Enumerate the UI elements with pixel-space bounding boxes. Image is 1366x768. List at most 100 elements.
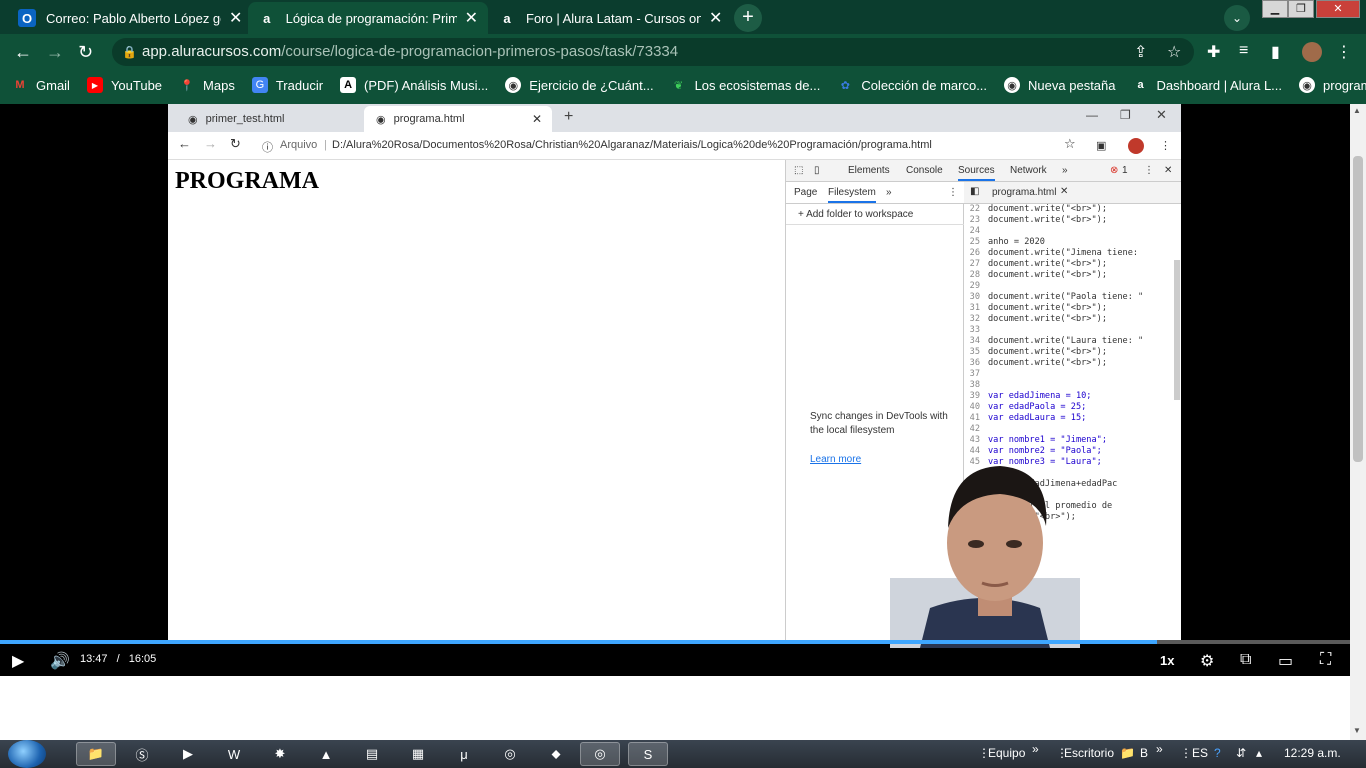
duration: 16:05 <box>128 653 157 665</box>
fullscreen-icon[interactable]: ⛶ <box>1320 651 1331 669</box>
start-button[interactable] <box>8 740 46 768</box>
tab-foro[interactable]: a Foro | Alura Latam - Cursos onlin ✕ <box>488 2 732 34</box>
bookmark-traducir[interactable]: G Traducir <box>251 77 323 93</box>
code-line: 44 var nombre2 = "Paola"; <box>964 446 1181 457</box>
chrome-icon[interactable]: ◎ <box>490 742 530 766</box>
miniplayer-icon[interactable]: ⧉ <box>1240 651 1251 669</box>
forward-arrow-icon[interactable]: → <box>46 42 64 63</box>
line-number: 39 <box>969 391 980 401</box>
code-line: 39 var edadJimena = 10; <box>964 391 1181 402</box>
tab-label: Lógica de programación: Primero <box>285 10 457 26</box>
video-controls: ▶ 🔊 13:47 / 16:05 1x ⚙ ⧉ ▭ ⛶ <box>0 644 1350 676</box>
chevron-icon[interactable]: » <box>1156 742 1163 756</box>
code-text: document.write("<br>"); <box>988 204 1107 214</box>
bookmark-gmail[interactable]: M Gmail <box>12 77 70 93</box>
playback-speed-button[interactable]: 1x <box>1160 653 1174 668</box>
scroll-up-arrow-icon[interactable]: ▲ <box>1353 106 1361 115</box>
profile-avatar[interactable] <box>1302 42 1322 62</box>
url-bar[interactable]: 🔒 app.aluracursos.com/course/logica-de-p… <box>112 38 1194 66</box>
minimize-button[interactable]: ▁ <box>1262 0 1288 18</box>
line-number: 32 <box>969 314 980 324</box>
theater-mode-icon[interactable]: ▭ <box>1278 651 1293 671</box>
acrobat-icon[interactable]: ⬥ <box>536 742 576 766</box>
app-window-icon[interactable]: ▤ <box>352 742 392 766</box>
code-line: 22 document.write("<br>"); <box>964 204 1181 215</box>
devtools-toolbar: ⬚ ▯ Elements Console Sources Network » ⊗… <box>786 160 1181 182</box>
tab-search-chevron-icon[interactable]: ⌄ <box>1224 5 1250 31</box>
app-icon[interactable]: ✸ <box>260 742 300 766</box>
panel-elements: Elements <box>848 165 890 176</box>
inner-tab-primer-test: ◉ primer_test.html <box>188 113 285 126</box>
inner-address-text: D:/Alura%20Rosa/Documentos%20Rosa/Christ… <box>332 139 932 151</box>
tab-label: Foro | Alura Latam - Cursos onlin <box>526 10 701 26</box>
new-tab-button[interactable]: + <box>734 4 762 32</box>
code-text: document.write("Laura tiene: " <box>988 336 1144 346</box>
mu-app-icon[interactable]: μ <box>444 742 484 766</box>
back-arrow-icon[interactable]: ← <box>14 42 32 63</box>
reload-icon[interactable]: ↻ <box>78 42 93 63</box>
address-separator: | <box>324 139 327 151</box>
chrome-active-icon[interactable]: ◎ <box>580 742 620 766</box>
close-icon[interactable]: ✕ <box>465 8 478 28</box>
code-text: document.write("<br>"); <box>988 358 1107 368</box>
code-line: 26 document.write("Jimena tiene: <box>964 248 1181 259</box>
bookmark-maps[interactable]: 📍 Maps <box>179 77 235 93</box>
language-indicator[interactable]: ES <box>1192 746 1208 760</box>
volume-icon[interactable]: 🔊 <box>50 651 70 671</box>
clock[interactable]: 12:29 a.m. <box>1284 746 1341 760</box>
bookmark-coleccion[interactable]: ✿ Colección de marco... <box>837 77 987 93</box>
menu-kebab-icon[interactable]: ⋮ <box>1336 42 1352 62</box>
more-tabs-icon: » <box>886 187 892 198</box>
code-line: 28 document.write("<br>"); <box>964 270 1181 281</box>
page-below-video <box>0 676 1350 740</box>
back-arrow-icon: ← <box>178 136 191 151</box>
tab-correo[interactable]: O Correo: Pablo Alberto López gon ✕ <box>8 2 252 34</box>
nav-tab-page: Page <box>794 187 818 198</box>
bookmark-star-icon[interactable]: ☆ <box>1167 42 1181 62</box>
maximize-button[interactable]: ❐ <box>1288 0 1314 18</box>
reading-list-icon[interactable]: ≡ <box>1239 42 1248 60</box>
reload-icon: ↻ <box>230 136 241 151</box>
help-icon[interactable]: ? <box>1214 746 1221 760</box>
folder-icon[interactable]: 📁 <box>1120 746 1135 760</box>
word-icon[interactable]: W <box>214 742 254 766</box>
translate-icon: G <box>251 77 268 93</box>
bookmark-youtube[interactable]: ▶ YouTube <box>86 77 162 93</box>
code-text: var nombre1 = "Jimena"; <box>988 435 1107 445</box>
share-icon[interactable]: ⇪ <box>1134 42 1147 62</box>
page-scrollbar-thumb[interactable] <box>1353 156 1363 462</box>
bookmark-ecosistemas[interactable]: ❦ Los ecosistemas de... <box>671 77 820 93</box>
outer-toolbar: ← → ↻ 🔒 app.aluracursos.com/course/logic… <box>0 34 1366 70</box>
tab-logica[interactable]: a Lógica de programación: Primero ✕ <box>248 2 488 34</box>
bookmark-programa[interactable]: ◉programa.html <box>1299 77 1366 93</box>
code-line: 40 var edadPaola = 25; <box>964 402 1181 413</box>
side-panel-icon[interactable]: ▮ <box>1271 42 1280 62</box>
play-icon[interactable]: ▶ <box>12 651 24 671</box>
vlc-icon[interactable]: ▲ <box>306 742 346 766</box>
extension-icon: ▣ <box>1096 140 1107 152</box>
sublime-icon[interactable]: S <box>628 742 668 766</box>
network-icon[interactable]: ⇵ <box>1236 746 1246 760</box>
tray-escritorio[interactable]: Escritorio <box>1064 746 1114 760</box>
tray-expand-icon[interactable]: ▴ <box>1256 746 1262 760</box>
close-icon[interactable]: ✕ <box>229 8 242 28</box>
close-icon[interactable]: ✕ <box>709 8 722 28</box>
bookmark-ejercicio[interactable]: ◉ Ejercicio de ¿Cuánt... <box>505 77 654 93</box>
add-folder-link: + Add folder to workspace <box>798 209 914 220</box>
tray-equipo[interactable]: Equipo <box>988 746 1025 760</box>
chevron-icon[interactable]: » <box>1032 742 1039 756</box>
media-player-icon[interactable]: ▶ <box>168 742 208 766</box>
calculator-icon[interactable]: ▦ <box>398 742 438 766</box>
lock-icon: 🔒 <box>122 45 137 59</box>
inner-tab-programa: ◉ programa.html ✕ <box>364 106 552 132</box>
extensions-icon[interactable]: ✚ <box>1207 42 1220 62</box>
settings-gear-icon[interactable]: ⚙ <box>1200 651 1214 671</box>
bookmark-dashboard[interactable]: a Dashboard | Alura L... <box>1133 77 1282 93</box>
bookmark-pdf[interactable]: A (PDF) Análisis Musi... <box>340 77 488 93</box>
scroll-down-arrow-icon[interactable]: ▼ <box>1353 726 1361 735</box>
file-explorer-icon[interactable]: 📁 <box>76 742 116 766</box>
skype-icon[interactable]: Ⓢ <box>122 742 162 766</box>
bookmark-nueva-pestana[interactable]: ◉ Nueva pestaña <box>1004 77 1116 93</box>
tray-b[interactable]: B <box>1140 746 1148 760</box>
close-window-button[interactable]: ✕ <box>1316 0 1360 18</box>
